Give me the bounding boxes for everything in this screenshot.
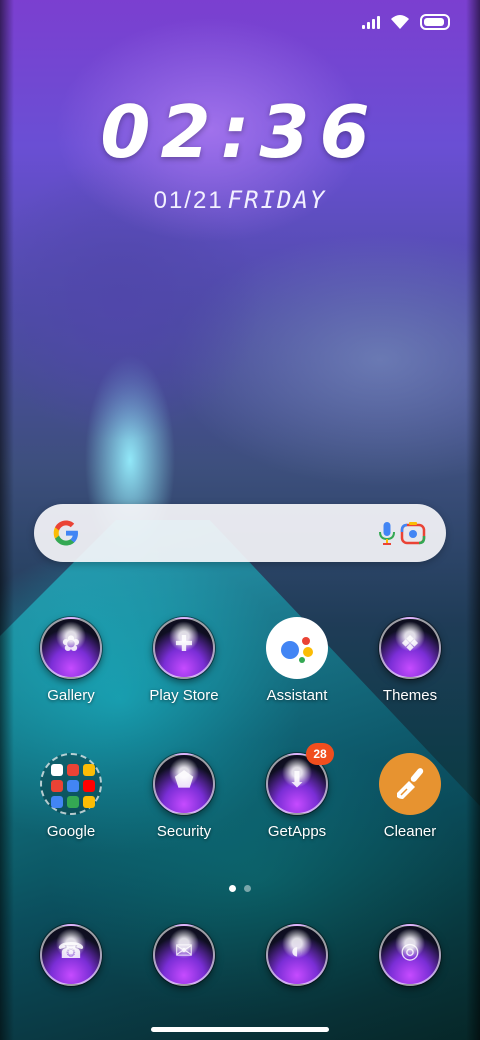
app-security[interactable]: ⬟ Security [134,753,234,840]
lens-camera-icon[interactable] [398,518,428,548]
dock-messages[interactable]: ✉ [134,924,234,986]
date-text: 01/21 [153,187,224,214]
app-cleaner[interactable]: Cleaner [360,753,460,840]
app-label: Security [156,823,212,840]
app-label: Play Store [149,687,219,704]
app-label: GetApps [267,823,327,840]
camera-icon: ◎ [379,924,441,986]
app-label: Assistant [266,687,328,704]
play-store-icon: ✚ [153,617,215,679]
app-label: Themes [382,687,438,704]
day-text: FRIDAY [227,186,327,214]
cleaner-icon [379,753,441,815]
security-icon: ⬟ [153,753,215,815]
dock-browser[interactable]: ◐ [247,924,347,986]
browser-icon: ◐ [266,924,328,986]
google-g-icon [53,520,78,546]
app-getapps[interactable]: ⬇ 28 GetApps [247,743,347,840]
app-play-store[interactable]: ✚ Play Store [134,617,234,704]
google-folder-icon [40,753,102,815]
page-indicator[interactable] [0,879,480,897]
google-search-bar[interactable] [34,504,446,562]
phone-icon: ☎ [40,924,102,986]
notification-badge: 28 [306,743,334,765]
app-themes[interactable]: ❖ Themes [360,617,460,704]
page-dot-active[interactable] [229,885,236,892]
signal-icon [362,15,380,29]
app-gallery[interactable]: ✿ Gallery [21,617,121,704]
themes-icon: ❖ [379,617,441,679]
app-assistant[interactable]: Assistant [247,617,347,704]
clock-date[interactable]: 01/21 FRIDAY [0,186,480,215]
messages-icon: ✉ [153,924,215,986]
dock-phone[interactable]: ☎ [21,924,121,986]
app-label: Google [46,823,96,840]
app-google-folder[interactable]: Google [21,753,121,840]
assistant-icon [266,617,328,679]
gesture-home-bar[interactable] [151,1027,329,1032]
page-dot[interactable] [244,885,251,892]
gallery-icon: ✿ [40,617,102,679]
getapps-icon: ⬇ 28 [266,743,334,815]
dock-camera[interactable]: ◎ [360,924,460,986]
status-bar [362,14,450,30]
app-label: Cleaner [383,823,437,840]
app-label: Gallery [47,687,95,704]
battery-icon [420,14,450,30]
wifi-icon [390,14,410,30]
clock-time[interactable]: 02:36 [0,90,480,174]
